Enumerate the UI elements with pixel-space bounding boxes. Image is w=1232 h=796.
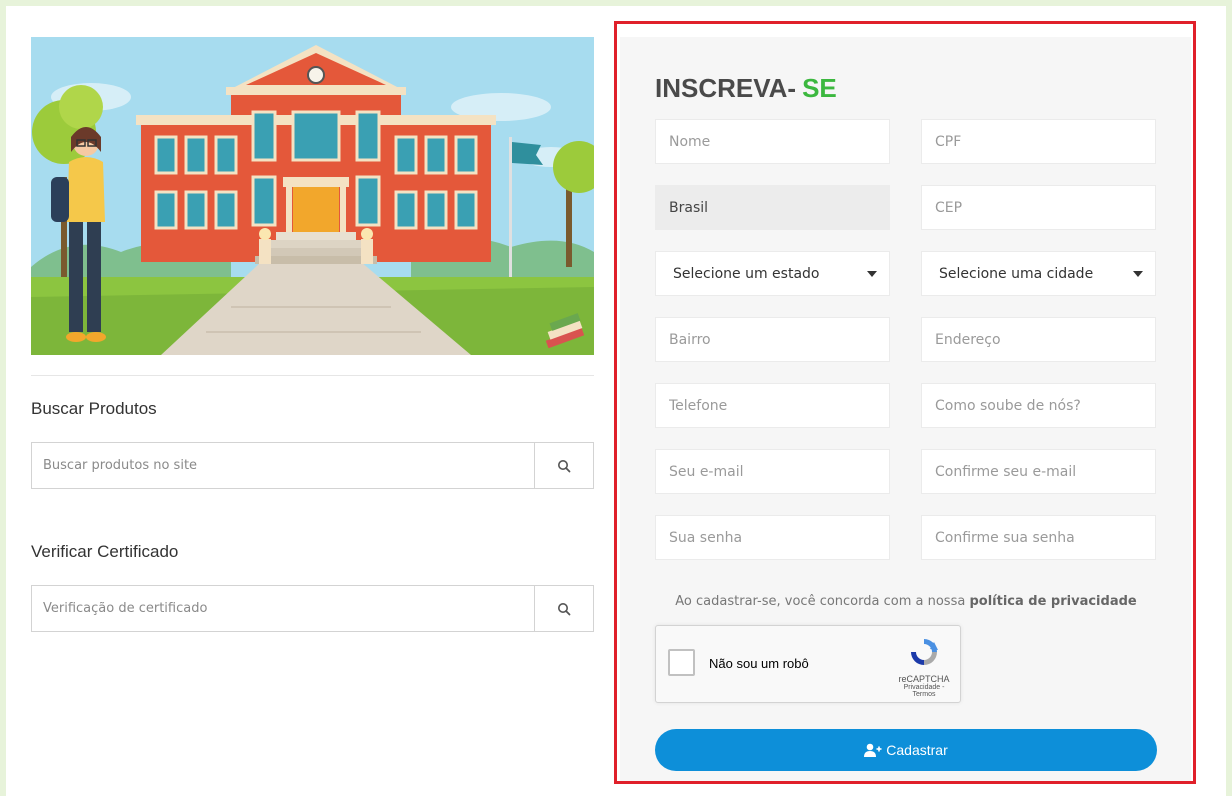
verify-certificate-title: Verificar Certificado bbox=[31, 542, 179, 561]
pais-input bbox=[656, 186, 889, 229]
search-products-box bbox=[31, 442, 594, 489]
nome-input[interactable] bbox=[656, 120, 889, 163]
search-products-input[interactable] bbox=[32, 443, 534, 488]
recaptcha-logo: reCAPTCHA Privacidade - Termos bbox=[894, 636, 954, 698]
verify-certificate-box bbox=[31, 585, 594, 632]
bairro-input[interactable] bbox=[656, 318, 889, 361]
recaptcha-widget: Não sou um robô reCAPTCHA Privacidade - … bbox=[655, 625, 961, 703]
cadastrar-button-label: Cadastrar bbox=[886, 742, 948, 758]
nome-field-box bbox=[655, 119, 890, 164]
form-title: INSCREVA- SE bbox=[655, 73, 837, 104]
bairro-field-box bbox=[655, 317, 890, 362]
left-divider bbox=[31, 375, 594, 376]
cpf-field-box bbox=[921, 119, 1156, 164]
cadastrar-button[interactable]: Cadastrar bbox=[655, 729, 1157, 771]
como-soube-input[interactable] bbox=[922, 384, 1155, 427]
search-icon bbox=[558, 459, 571, 472]
verify-certificate-input[interactable] bbox=[32, 586, 534, 631]
estado-select[interactable]: Selecione um estado bbox=[655, 251, 890, 296]
cep-field-box bbox=[921, 185, 1156, 230]
add-user-icon bbox=[864, 743, 882, 757]
senha-confirm-input[interactable] bbox=[922, 516, 1155, 559]
cidade-select[interactable]: Selecione uma cidade bbox=[921, 251, 1156, 296]
como-soube-field-box bbox=[921, 383, 1156, 428]
pais-field-box bbox=[655, 185, 890, 230]
email-confirm-field-box bbox=[921, 449, 1156, 494]
hero-school-illustration bbox=[31, 37, 594, 355]
endereco-input[interactable] bbox=[922, 318, 1155, 361]
form-title-accent: SE bbox=[802, 73, 837, 103]
search-products-title: Buscar Produtos bbox=[31, 399, 157, 418]
privacy-policy-link[interactable]: política de privacidade bbox=[969, 594, 1136, 609]
senha-field-box bbox=[655, 515, 890, 560]
email-field-box bbox=[655, 449, 890, 494]
chevron-down-icon bbox=[867, 270, 877, 277]
consent-text: Ao cadastrar-se, você concorda com a nos… bbox=[655, 594, 1157, 609]
email-input[interactable] bbox=[656, 450, 889, 493]
senha-confirm-field-box bbox=[921, 515, 1156, 560]
estado-select-value: Selecione um estado bbox=[673, 265, 820, 282]
verify-certificate-button[interactable] bbox=[534, 586, 593, 631]
form-title-main: INSCREVA- bbox=[655, 73, 797, 103]
recaptcha-links[interactable]: Privacidade - Termos bbox=[894, 684, 954, 698]
search-products-button[interactable] bbox=[534, 443, 593, 488]
recaptcha-brand: reCAPTCHA bbox=[898, 674, 950, 684]
endereco-field-box bbox=[921, 317, 1156, 362]
telefone-field-box bbox=[655, 383, 890, 428]
cidade-select-value: Selecione uma cidade bbox=[939, 265, 1094, 282]
chevron-down-icon bbox=[1133, 270, 1143, 277]
consent-prefix: Ao cadastrar-se, você concorda com a nos… bbox=[675, 594, 966, 609]
recaptcha-icon bbox=[911, 639, 938, 665]
cpf-input[interactable] bbox=[922, 120, 1155, 163]
email-confirm-input[interactable] bbox=[922, 450, 1155, 493]
recaptcha-label: Não sou um robô bbox=[709, 656, 809, 671]
telefone-input[interactable] bbox=[656, 384, 889, 427]
cep-input[interactable] bbox=[922, 186, 1155, 229]
hero-image-container bbox=[31, 37, 594, 355]
recaptcha-checkbox[interactable] bbox=[668, 649, 695, 676]
senha-input[interactable] bbox=[656, 516, 889, 559]
search-icon bbox=[558, 602, 571, 615]
